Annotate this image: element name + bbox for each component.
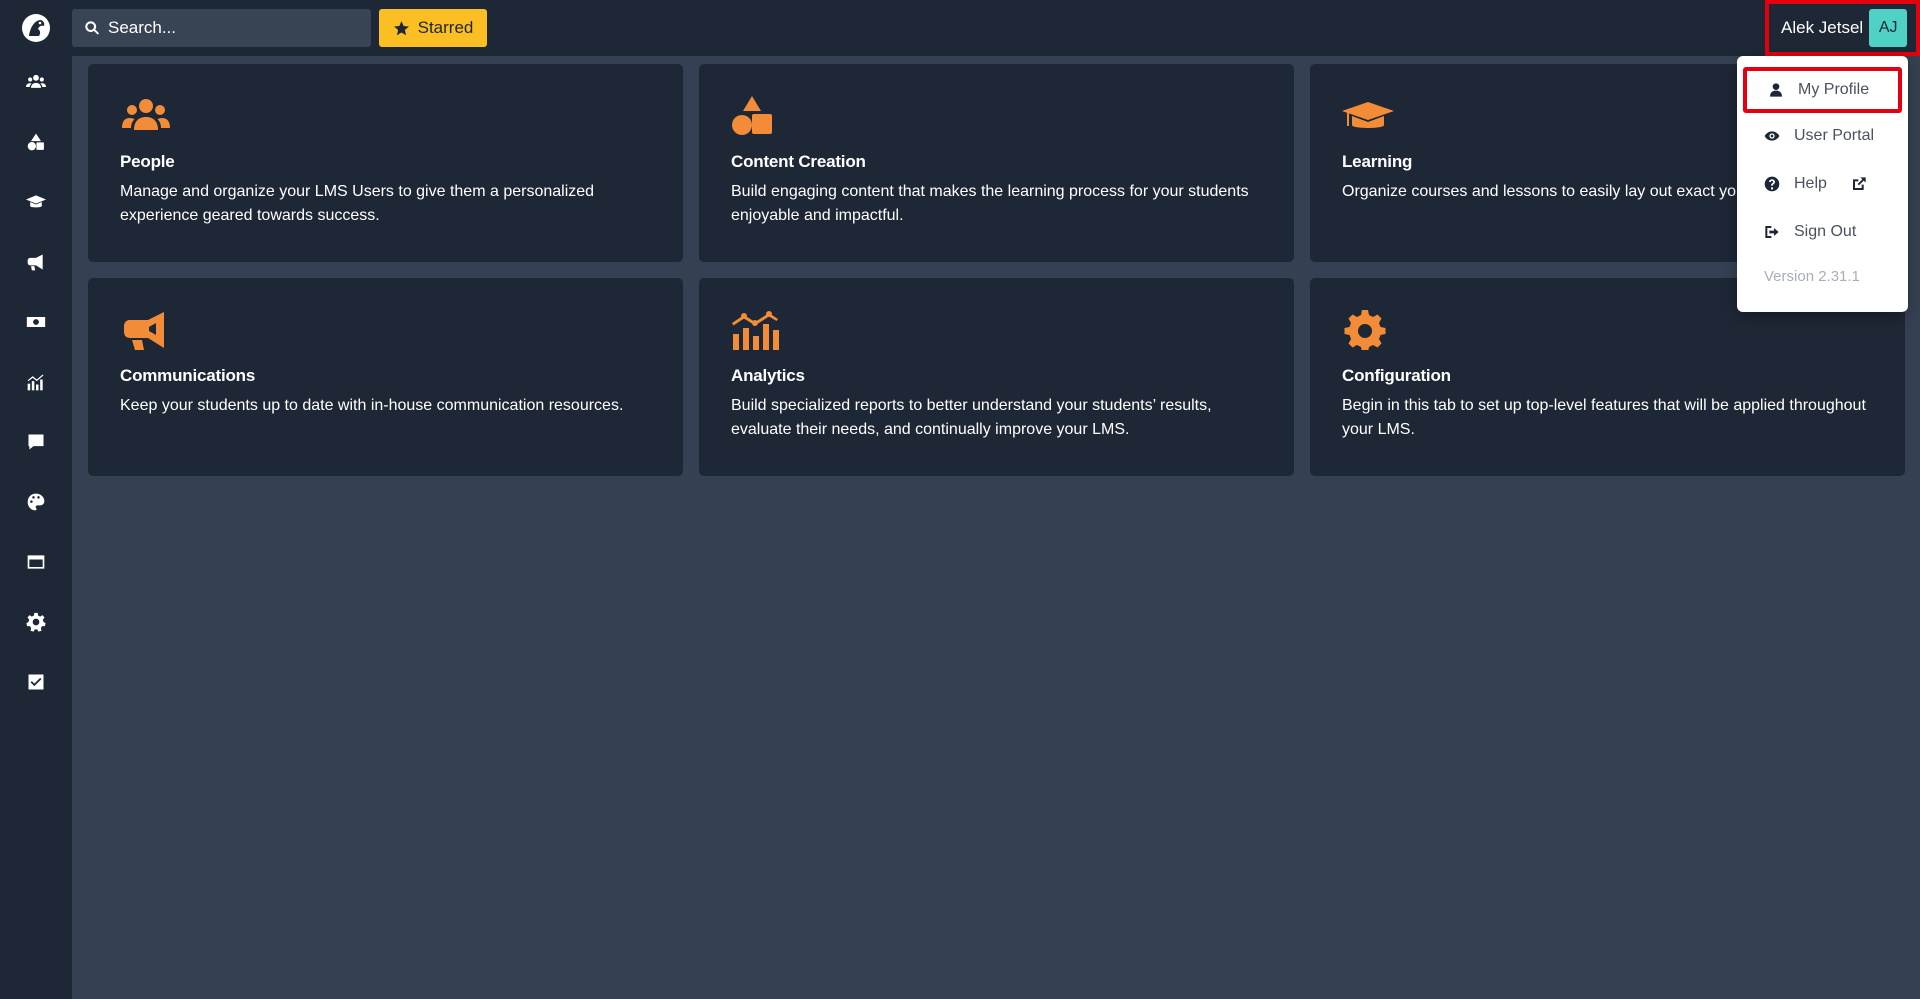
card-description: Keep your students up to date with in-ho…	[120, 397, 624, 414]
card-title: Configuration	[1342, 366, 1451, 385]
menu-item-label: My Profile	[1798, 81, 1870, 98]
sidebar-item-messages[interactable]	[24, 430, 48, 454]
sidebar-item-content[interactable]	[24, 130, 48, 154]
external-link-icon	[1852, 177, 1866, 190]
sidebar-item-billing[interactable]	[24, 310, 48, 334]
starred-button[interactable]: Starred	[379, 9, 487, 47]
people-icon	[120, 96, 172, 136]
starred-label: Starred	[417, 18, 474, 37]
card-description: Build specialized reports to better unde…	[731, 397, 1212, 438]
sidebar-item-communications[interactable]	[24, 250, 48, 274]
card-title: People	[120, 152, 175, 171]
megaphone-icon	[27, 254, 43, 271]
sign-out-icon	[1765, 226, 1779, 238]
card-analytics[interactable]: Analytics Build specialized reports to b…	[699, 278, 1294, 476]
question-circle-icon	[1764, 176, 1780, 192]
card-title: Content Creation	[731, 152, 866, 171]
menu-item-my-profile[interactable]: My Profile	[1743, 67, 1902, 113]
sidebar-item-pages[interactable]	[24, 550, 48, 574]
card-communications[interactable]: Communications Keep your students up to …	[88, 278, 683, 476]
card-title: Analytics	[731, 366, 805, 385]
sidebar-item-analytics[interactable]	[24, 370, 48, 394]
graduation-cap-icon	[1342, 96, 1394, 136]
user-menu-button[interactable]: Alek Jetsel AJ	[1765, 0, 1920, 56]
shapes-icon	[27, 133, 44, 151]
money-bill-icon	[26, 317, 46, 327]
menu-item-sign-out[interactable]: Sign Out	[1737, 210, 1908, 254]
gear-icon	[26, 612, 46, 632]
checkbox-icon	[28, 674, 44, 690]
comment-icon	[28, 434, 44, 450]
graduation-cap-icon	[26, 195, 46, 208]
version-label: Version 2.31.1	[1764, 268, 1860, 285]
sidebar-item-people[interactable]	[24, 70, 48, 94]
menu-item-help[interactable]: Help	[1737, 162, 1908, 206]
people-icon	[26, 74, 46, 88]
card-content-creation[interactable]: Content Creation Build engaging content …	[699, 64, 1294, 262]
star-icon	[393, 20, 409, 35]
search-box[interactable]	[72, 9, 371, 47]
card-description: Begin in this tab to set up top-level fe…	[1342, 397, 1866, 438]
menu-item-label: Sign Out	[1794, 223, 1857, 240]
palette-icon	[27, 493, 45, 511]
search-icon	[85, 21, 100, 35]
search-input[interactable]	[108, 18, 358, 38]
shapes-icon	[731, 96, 783, 136]
sidebar-item-appearance[interactable]	[24, 490, 48, 514]
menu-item-label: User Portal	[1794, 127, 1875, 144]
card-description: Build engaging content that makes the le…	[731, 183, 1249, 224]
eye-icon	[1764, 131, 1780, 141]
window-icon	[27, 555, 45, 569]
megaphone-icon	[120, 310, 172, 350]
card-description: Manage and organize your LMS Users to gi…	[120, 183, 595, 224]
user-dropdown-menu: My Profile User Portal Help Sign Out Ver…	[1737, 56, 1908, 312]
menu-item-label: Help	[1794, 175, 1827, 192]
sidebar	[0, 0, 72, 999]
user-icon	[1770, 83, 1782, 97]
card-people[interactable]: People Manage and organize your LMS User…	[88, 64, 683, 262]
gear-icon	[1342, 310, 1394, 352]
sidebar-item-learning[interactable]	[24, 190, 48, 214]
avatar: AJ	[1869, 9, 1908, 47]
logo-icon[interactable]	[20, 12, 52, 44]
sidebar-item-configuration[interactable]	[24, 610, 48, 634]
sidebar-item-tasks[interactable]	[24, 670, 48, 694]
user-name: Alek Jetsel	[1781, 18, 1864, 37]
menu-item-user-portal[interactable]: User Portal	[1737, 114, 1908, 158]
analytics-icon	[27, 374, 44, 391]
card-title: Communications	[120, 366, 256, 385]
analytics-icon	[731, 310, 783, 350]
